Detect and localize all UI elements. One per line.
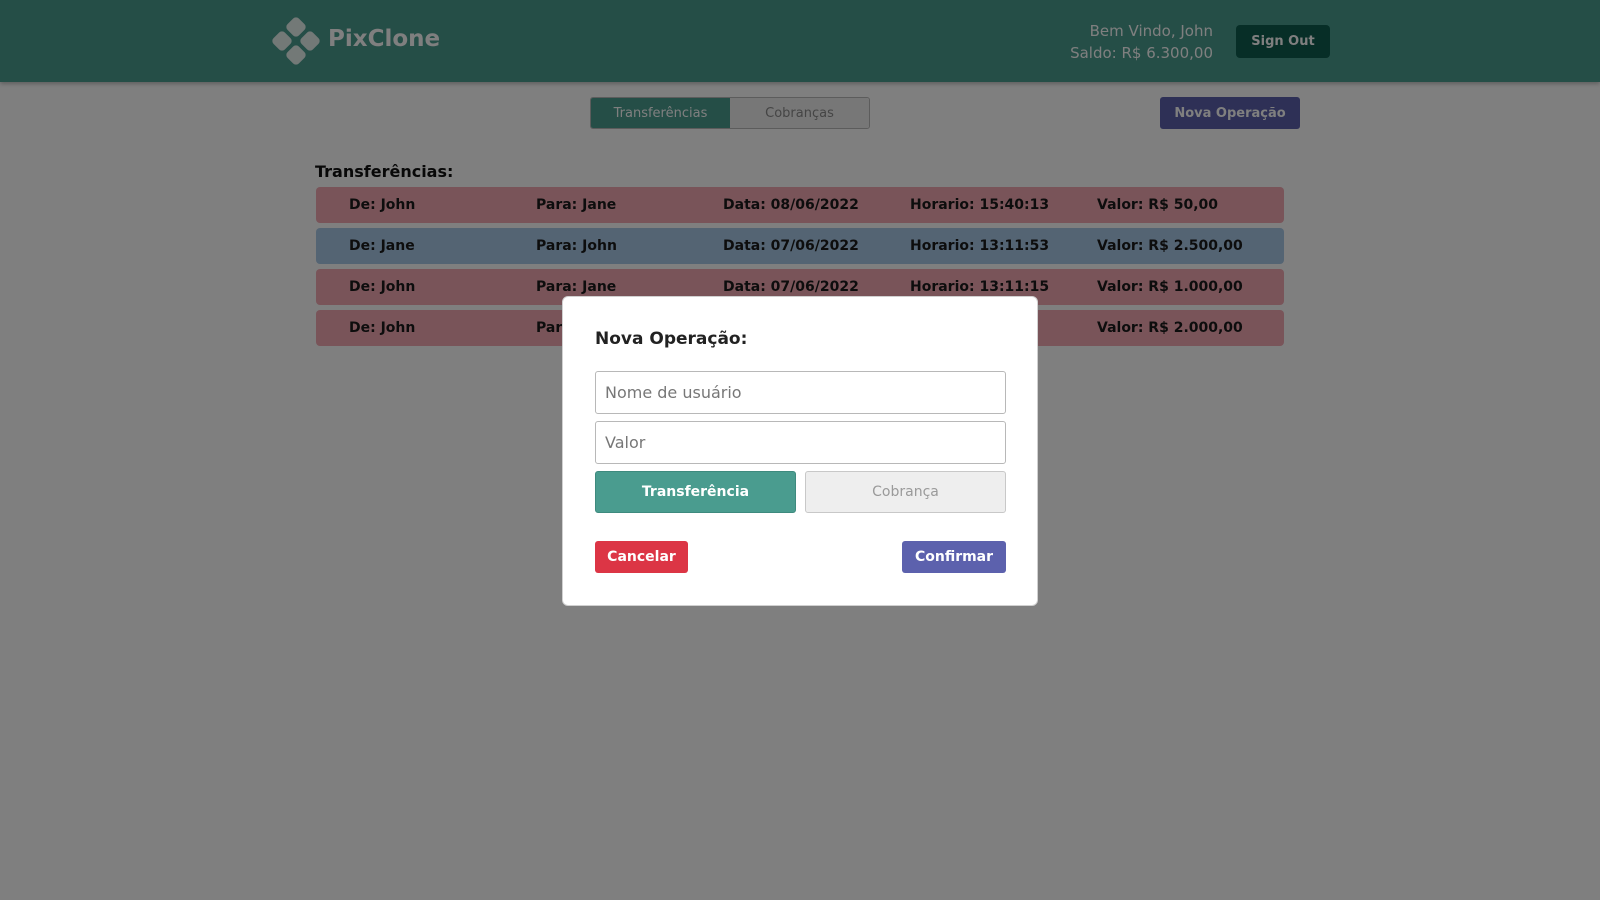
- cancel-button[interactable]: Cancelar: [595, 541, 688, 573]
- confirm-button[interactable]: Confirmar: [902, 541, 1006, 573]
- nova-operacao-modal: Nova Operação: Transferência Cobrança Ca…: [562, 296, 1038, 606]
- valor-input[interactable]: [595, 421, 1006, 464]
- username-input[interactable]: [595, 371, 1006, 414]
- transferencia-toggle[interactable]: Transferência: [595, 471, 796, 513]
- modal-title: Nova Operação:: [595, 329, 748, 349]
- cobranca-toggle[interactable]: Cobrança: [805, 471, 1006, 513]
